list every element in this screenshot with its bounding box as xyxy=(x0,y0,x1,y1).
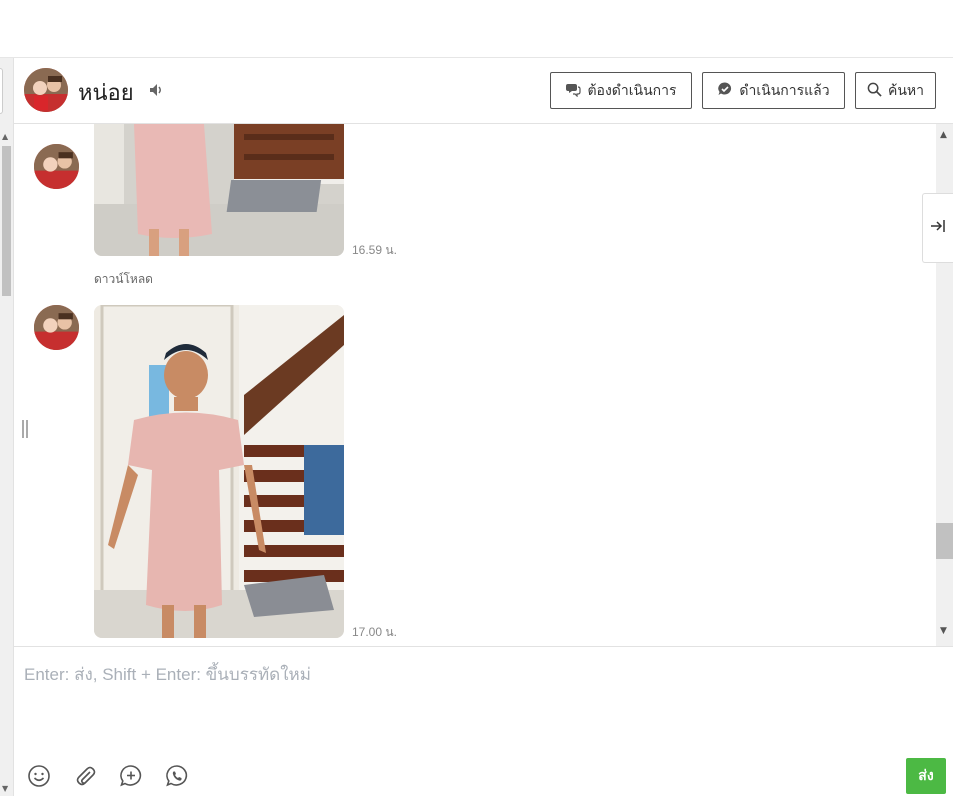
left-scroll-up-arrow[interactable]: ▲ xyxy=(2,132,8,141)
todo-button[interactable]: ต้องดำเนินการ xyxy=(550,72,692,109)
download-link[interactable]: ดาวน์โหลด xyxy=(94,270,153,289)
top-blank-bar xyxy=(0,0,953,58)
chat-list-search-edge[interactable] xyxy=(0,68,3,114)
search-icon xyxy=(867,82,882,100)
message-timestamp: 16.59 น. xyxy=(352,243,397,257)
image-message[interactable] xyxy=(94,305,344,638)
phone-icon[interactable] xyxy=(164,763,190,789)
sender-avatar[interactable] xyxy=(34,305,79,350)
scroll-down-arrow[interactable]: ▼ xyxy=(940,626,947,636)
message-composer: Enter: ส่ง, Shift + Enter: ขึ้นบรรทัดใหม… xyxy=(14,646,953,796)
collapse-right-icon xyxy=(930,219,946,237)
chat-bubbles-icon xyxy=(565,81,582,100)
search-button-label: ค้นหา xyxy=(887,81,925,98)
done-button[interactable]: ดำเนินการแล้ว xyxy=(702,72,845,109)
todo-button-label: ต้องดำเนินการ xyxy=(587,81,677,98)
search-button[interactable]: ค้นหา xyxy=(855,72,936,109)
chat-header: หน่อย ต้องดำเนินการ ดำเนินการแล้ว ค้นหา xyxy=(14,58,953,124)
scroll-up-arrow[interactable]: ▲ xyxy=(940,130,947,140)
image-message[interactable] xyxy=(94,124,344,256)
message-input[interactable]: Enter: ส่ง, Shift + Enter: ขึ้นบรรทัดใหม… xyxy=(24,661,311,688)
chat-list-pane-edge: ▲ ▼ xyxy=(0,58,14,796)
message-area: 16.59 น. ดาวน์โหลด 17.00 น. xyxy=(14,124,936,646)
speaker-icon[interactable] xyxy=(148,82,164,102)
left-scroll-down-arrow[interactable]: ▼ xyxy=(2,784,8,793)
side-panel-toggle[interactable] xyxy=(922,193,953,263)
add-comment-icon[interactable] xyxy=(118,763,144,789)
contact-name: หน่อย xyxy=(78,80,134,105)
scrollbar-thumb[interactable] xyxy=(936,523,953,559)
pane-resize-handle[interactable] xyxy=(22,420,28,438)
sender-avatar[interactable] xyxy=(34,144,79,189)
contact-avatar[interactable] xyxy=(24,68,68,112)
left-scrollbar-thumb[interactable] xyxy=(2,146,11,296)
send-button[interactable]: ส่ง xyxy=(906,758,946,794)
done-button-label: ดำเนินการแล้ว xyxy=(739,81,830,98)
attachment-icon[interactable] xyxy=(72,763,98,789)
check-bubble-icon xyxy=(717,81,733,100)
emoji-icon[interactable] xyxy=(26,763,52,789)
message-timestamp: 17.00 น. xyxy=(352,625,397,639)
